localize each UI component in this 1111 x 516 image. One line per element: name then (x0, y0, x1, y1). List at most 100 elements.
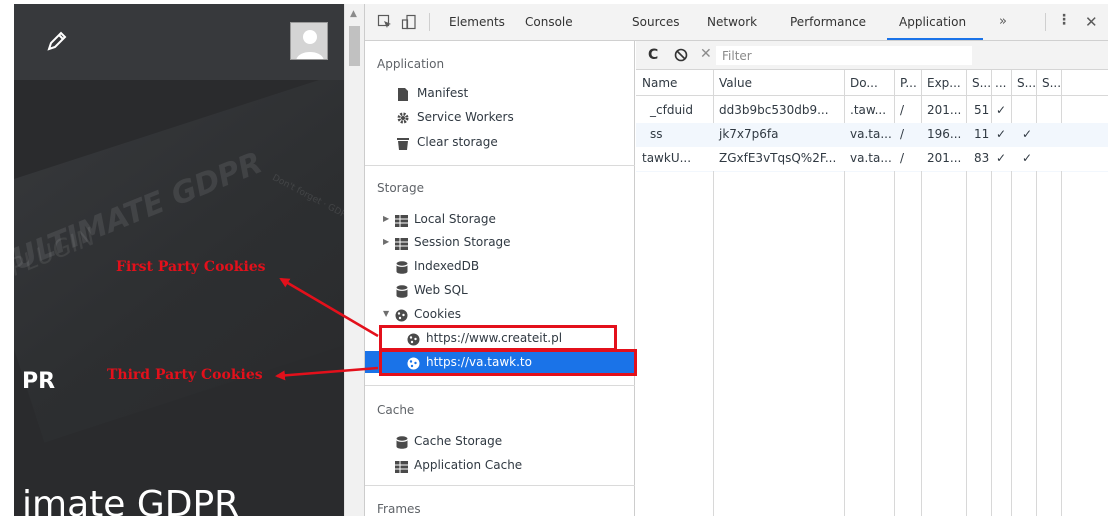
document-icon (397, 86, 410, 101)
tab-application[interactable]: Application (899, 15, 966, 29)
section-divider (365, 385, 635, 386)
tab-sources[interactable]: Sources (632, 15, 679, 29)
sidebar-item-web-sql[interactable]: Web SQL (365, 279, 635, 301)
pencil-icon[interactable] (46, 30, 68, 55)
sidebar-item-session-storage[interactable]: ▶ Session Storage (365, 231, 635, 253)
column-header-secure[interactable]: S... (1017, 76, 1036, 90)
sidebar-item-label: Cache Storage (414, 434, 503, 448)
annotation-third-party-cookies: Third Party Cookies (107, 367, 263, 383)
collapse-arrow-icon[interactable]: ▼ (383, 303, 389, 325)
kebab-menu-icon[interactable]: ⋮ (1057, 12, 1071, 28)
cell-secure: ✓ (1022, 127, 1033, 141)
cell-size: 11 (974, 127, 990, 141)
table-row[interactable]: ss jk7x7p6fa va.ta... / 196... 11 ✓ ✓ (636, 123, 1108, 147)
sidebar-item-label: Clear storage (417, 135, 498, 149)
scroll-up-arrow-icon[interactable]: ▲ (350, 9, 357, 19)
sidebar-item-application-cache[interactable]: Application Cache (365, 454, 635, 476)
database-icon (396, 259, 409, 274)
table-row[interactable]: _cfduid dd3b9bc530db9... .taw... / 201..… (636, 99, 1108, 123)
grid-icon (395, 235, 408, 250)
active-tab-indicator (887, 38, 983, 40)
cell-size: 83 (974, 151, 990, 165)
more-tabs-chevron-icon[interactable]: » (999, 14, 1007, 29)
cookies-table: Name Value Do... P... Exp... S... ... S.… (636, 70, 1108, 516)
column-header-samesite[interactable]: S... (1042, 76, 1061, 90)
table-row[interactable]: tawkU... ZGxfE3vTqsQ%2F... va.ta... / 20… (636, 147, 1108, 171)
clear-icon[interactable]: ✕ (700, 46, 712, 62)
cell-domain: va.ta... (850, 127, 892, 141)
devtools-tab-bar: Elements Console Sources Network Perform… (365, 4, 1108, 41)
refresh-icon[interactable]: C (648, 47, 658, 63)
expand-arrow-icon[interactable]: ▶ (383, 231, 389, 253)
user-avatar-icon[interactable] (290, 22, 328, 60)
annotation-box-first-party (379, 325, 617, 351)
inspect-element-icon[interactable] (377, 14, 393, 30)
cell-httponly: ✓ (996, 127, 1007, 141)
sidebar-item-label: Application Cache (414, 458, 523, 472)
cell-path: / (900, 103, 905, 117)
cell-name: tawkU... (642, 151, 692, 165)
cell-value: jk7x7p6fa (719, 127, 779, 141)
cell-domain: .taw... (850, 103, 887, 117)
sidebar-item-cache-storage[interactable]: Cache Storage (365, 430, 635, 452)
tab-elements[interactable]: Elements (449, 15, 505, 29)
close-icon[interactable]: ✕ (1085, 13, 1098, 31)
site-heading-partial: PR (22, 369, 56, 394)
grid-icon (395, 212, 408, 227)
cell-domain: va.ta... (850, 151, 892, 165)
sidebar-item-clear-storage[interactable]: Clear storage (365, 131, 635, 153)
application-sidebar: Application Manifest Service Workers Cle… (365, 41, 637, 516)
block-icon[interactable] (674, 48, 688, 65)
column-header-size[interactable]: S... (972, 76, 991, 90)
tab-bar-divider (1045, 13, 1046, 31)
cell-expires: 201... (927, 103, 962, 117)
database-icon (396, 283, 409, 298)
cell-httponly: ✓ (996, 151, 1007, 165)
tab-performance[interactable]: Performance (790, 15, 866, 29)
cell-path: / (900, 151, 905, 165)
cell-expires: 196... (927, 127, 962, 141)
tab-network[interactable]: Network (707, 15, 757, 29)
column-header-path[interactable]: P... (900, 76, 917, 90)
site-header (14, 4, 344, 80)
cookie-icon (395, 307, 408, 322)
sidebar-item-service-workers[interactable]: Service Workers (365, 106, 635, 128)
section-divider (365, 165, 635, 166)
section-title-storage: Storage (377, 181, 424, 195)
column-header-expires[interactable]: Exp... (927, 76, 961, 90)
header-divider (636, 95, 1108, 96)
cell-expires: 201... (927, 151, 962, 165)
filter-input[interactable] (716, 46, 972, 65)
sidebar-item-manifest[interactable]: Manifest (365, 82, 635, 104)
section-title-application: Application (377, 57, 445, 71)
sidebar-item-label: Local Storage (414, 212, 496, 226)
section-title-cache: Cache (377, 403, 415, 417)
gear-icon (396, 110, 409, 124)
cell-path: / (900, 127, 905, 141)
column-header-httponly[interactable]: ... (995, 76, 1006, 90)
section-title-frames: Frames (377, 502, 421, 516)
column-header-name[interactable]: Name (642, 76, 677, 90)
page-scrollbar[interactable]: ▲ (344, 4, 364, 516)
cell-name: ss (650, 127, 663, 141)
section-divider (365, 485, 635, 486)
sidebar-item-local-storage[interactable]: ▶ Local Storage (365, 208, 635, 230)
cell-value: dd3b9bc530db9... (719, 103, 829, 117)
sidebar-item-label: Session Storage (414, 235, 511, 249)
devtools-panel: Elements Console Sources Network Perform… (364, 4, 1108, 516)
site-big-heading: imate GDPR (22, 484, 240, 516)
device-toolbar-icon[interactable] (401, 14, 417, 30)
annotation-box-third-party (379, 349, 637, 376)
sidebar-item-cookies[interactable]: ▼ Cookies (365, 303, 635, 325)
column-header-value[interactable]: Value (719, 76, 752, 90)
scrollbar-thumb[interactable] (349, 26, 360, 66)
sidebar-item-label: Service Workers (417, 110, 514, 124)
column-header-domain[interactable]: Do... (850, 76, 878, 90)
expand-arrow-icon[interactable]: ▶ (383, 208, 389, 230)
cell-size: 51 (974, 103, 990, 117)
sidebar-item-indexeddb[interactable]: IndexedDB (365, 255, 635, 277)
sidebar-item-label: Manifest (417, 86, 469, 100)
cookies-toolbar: C ✕ (636, 41, 1108, 70)
cell-value: ZGxfE3vTqsQ%2F... (719, 151, 837, 165)
tab-console[interactable]: Console (525, 15, 573, 29)
